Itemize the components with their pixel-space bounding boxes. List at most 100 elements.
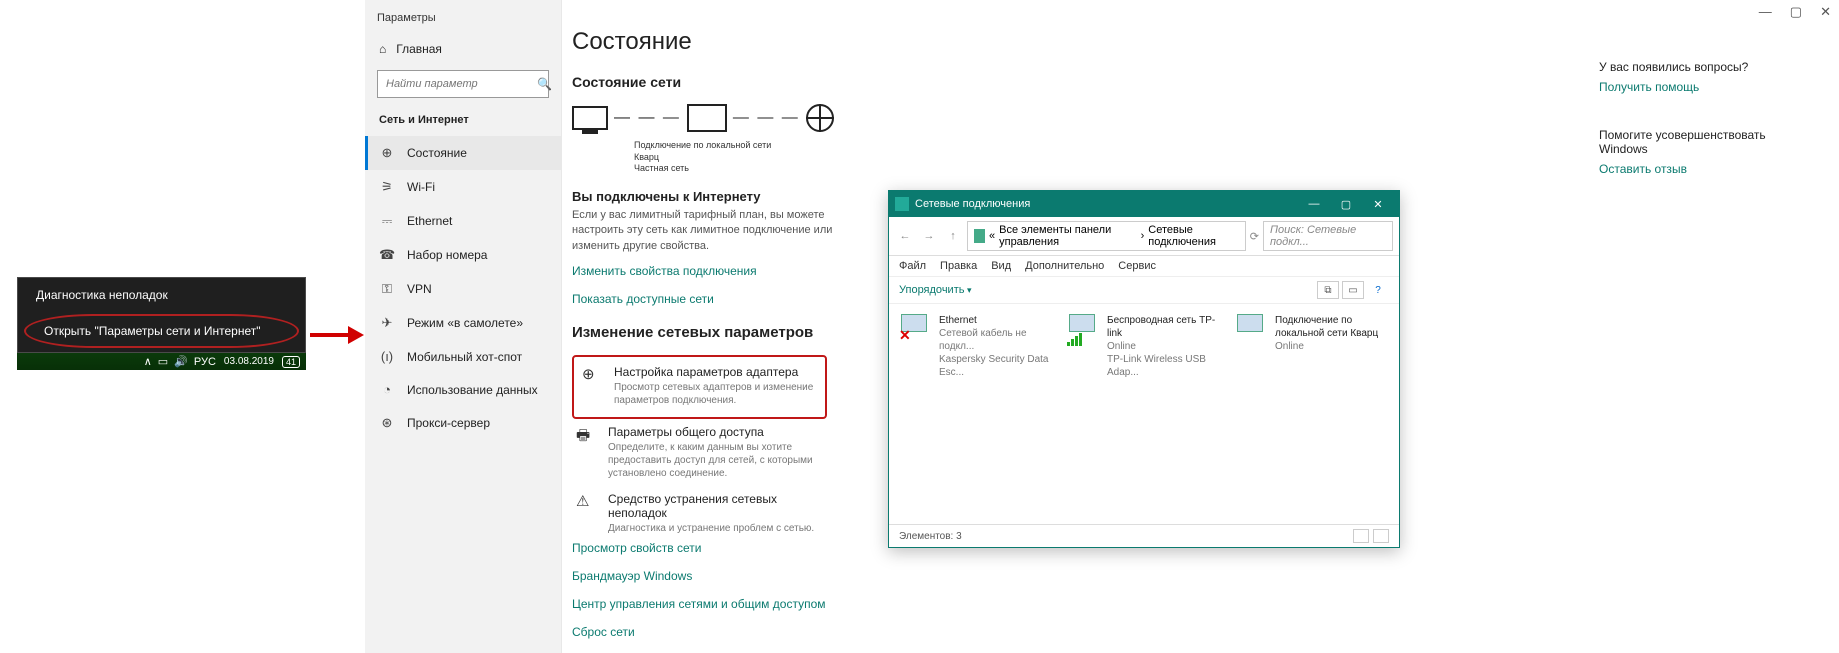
connected-body: Если у вас лимитный тарифный план, вы мо… xyxy=(572,208,842,254)
sharing-icon: 🖶 xyxy=(576,425,596,480)
close-button[interactable]: ✕ xyxy=(1820,4,1831,20)
nav-airplane[interactable]: ✈Режим «в самолете» xyxy=(365,306,561,340)
tray-volume-icon[interactable]: 🔊 xyxy=(174,355,188,368)
taskbar-date: 03.08.2019 xyxy=(224,356,274,367)
conn-ethernet[interactable]: ✕ Ethernet Сетевой кабель не подкл... Ka… xyxy=(901,314,1051,514)
pc-icon xyxy=(572,106,608,130)
nc-forward-button[interactable]: → xyxy=(919,226,939,246)
lan-adapter-icon xyxy=(1237,314,1269,342)
control-panel-icon xyxy=(974,229,985,243)
page-title: Состояние xyxy=(572,28,1839,56)
nc-statusbar: Элементов: 3 xyxy=(889,524,1399,547)
nc-maximize-button[interactable]: ▢ xyxy=(1331,195,1361,213)
wifi-adapter-icon xyxy=(1069,314,1101,342)
conn-lan[interactable]: Подключение по локальной сети Кварц Onli… xyxy=(1237,314,1387,514)
status-icon: ⊕ xyxy=(379,145,395,161)
option-desc: Просмотр сетевых адаптеров и изменение п… xyxy=(614,381,817,407)
help-block: У вас появились вопросы? Получить помощь xyxy=(1599,60,1779,94)
nav-ethernet[interactable]: ⎓Ethernet xyxy=(365,204,561,238)
nc-refresh-button[interactable]: ⟳ xyxy=(1250,230,1259,243)
nav-proxy[interactable]: ⊛Прокси-сервер xyxy=(365,406,561,440)
nav-datausage[interactable]: ◔Использование данных xyxy=(365,373,561,406)
tray-lang[interactable]: РУС xyxy=(194,356,216,368)
nc-title-text: Сетевые подключения xyxy=(915,198,1293,210)
minimize-button[interactable]: — xyxy=(1759,4,1772,20)
maximize-button[interactable]: ▢ xyxy=(1790,4,1802,20)
link-reset[interactable]: Сброс сети xyxy=(572,625,1839,639)
menu-extra[interactable]: Дополнительно xyxy=(1025,260,1104,272)
search-icon[interactable]: 🔍 xyxy=(537,77,552,91)
preview-button[interactable]: ▭ xyxy=(1342,281,1364,299)
nav-dialup[interactable]: ☎Набор номера xyxy=(365,238,561,272)
nc-toolbar: Упорядочить ⧉ ▭ ? xyxy=(889,277,1399,304)
option-adapter-settings[interactable]: ⊕ Настройка параметров адаптера Просмотр… xyxy=(572,355,827,419)
conn-wifi[interactable]: Беспроводная сеть TP-link Online TP-Link… xyxy=(1069,314,1219,514)
menu-file[interactable]: Файл xyxy=(899,260,926,272)
link-get-help[interactable]: Получить помощь xyxy=(1599,80,1779,94)
option-troubleshoot[interactable]: ⚠ Средство устранения сетевых неполадок … xyxy=(572,486,842,541)
link-feedback[interactable]: Оставить отзыв xyxy=(1599,162,1779,176)
wifi-icon: ⚞ xyxy=(379,179,395,195)
airplane-icon: ✈ xyxy=(379,315,395,331)
menu-edit[interactable]: Правка xyxy=(940,260,977,272)
diagram-dots: — — — xyxy=(733,109,800,127)
menu-diagnostics[interactable]: Диагностика неполадок xyxy=(18,278,305,312)
nc-back-button[interactable]: ← xyxy=(895,226,915,246)
nc-menubar: Файл Правка Вид Дополнительно Сервис xyxy=(889,256,1399,277)
taskbar-context-menu: Диагностика неполадок Открыть "Параметры… xyxy=(17,277,306,370)
hotspot-icon: (ı) xyxy=(379,349,395,364)
nav-home[interactable]: ⌂ Главная xyxy=(365,34,561,64)
nc-breadcrumb[interactable]: « Все элементы панели управления› Сетевы… xyxy=(967,221,1246,251)
nav-status[interactable]: ⊕Состояние xyxy=(365,136,561,170)
taskbar: ∧ ▭ 🔊 РУС 03.08.2019 41 xyxy=(17,353,306,370)
tray-chevron-icon[interactable]: ∧ xyxy=(144,355,152,368)
diagram-dots: — — — xyxy=(614,109,681,127)
menu-open-network-settings[interactable]: Открыть "Параметры сети и Интернет" xyxy=(24,314,299,348)
warning-icon: ⚠ xyxy=(576,492,596,535)
home-icon: ⌂ xyxy=(379,42,386,56)
tray-onedrive-icon[interactable]: ▭ xyxy=(158,355,168,368)
nc-item-count: Элементов: 3 xyxy=(899,531,962,542)
organize-button[interactable]: Упорядочить xyxy=(899,284,972,296)
nav-vpn[interactable]: ⚿VPN xyxy=(365,272,561,306)
view-icons-button[interactable] xyxy=(1373,529,1389,543)
ethernet-adapter-icon: ✕ xyxy=(901,314,933,342)
option-sharing[interactable]: 🖶 Параметры общего доступа Определите, к… xyxy=(572,419,842,486)
help-button[interactable]: ? xyxy=(1367,281,1389,299)
link-network-center[interactable]: Центр управления сетями и общим доступом xyxy=(572,597,1839,611)
section-label: Сеть и Интернет xyxy=(365,110,561,136)
search-box[interactable]: 🔍 xyxy=(377,70,549,98)
globe-icon xyxy=(806,104,834,132)
proxy-icon: ⊛ xyxy=(379,415,395,431)
nc-titlebar[interactable]: Сетевые подключения — ▢ ✕ xyxy=(889,191,1399,217)
menu-view[interactable]: Вид xyxy=(991,260,1011,272)
view-details-button[interactable] xyxy=(1353,529,1369,543)
nc-app-icon xyxy=(895,197,909,211)
nc-minimize-button[interactable]: — xyxy=(1299,195,1329,213)
nav-hotspot[interactable]: (ı)Мобильный хот-спот xyxy=(365,340,561,373)
option-title: Настройка параметров адаптера xyxy=(614,365,817,379)
link-firewall[interactable]: Брандмауэр Windows xyxy=(572,569,1839,583)
adapter-icon: ⊕ xyxy=(582,365,602,407)
menu-tools[interactable]: Сервис xyxy=(1118,260,1156,272)
nc-search[interactable]: Поиск: Сетевые подкл... xyxy=(1263,221,1393,251)
nc-body: ✕ Ethernet Сетевой кабель не подкл... Ka… xyxy=(889,304,1399,524)
app-title: Параметры xyxy=(365,8,561,34)
search-input[interactable] xyxy=(378,78,537,90)
nc-up-button[interactable]: ↑ xyxy=(943,226,963,246)
network-connections-window: Сетевые подключения — ▢ ✕ ← → ↑ « Все эл… xyxy=(888,190,1400,548)
nc-close-button[interactable]: ✕ xyxy=(1363,195,1393,213)
tray-network-icon[interactable]: 41 xyxy=(282,356,300,368)
nav-home-label: Главная xyxy=(396,42,442,56)
nc-address-bar: ← → ↑ « Все элементы панели управления› … xyxy=(889,217,1399,256)
window-controls: — ▢ ✕ xyxy=(1759,4,1831,20)
red-arrow xyxy=(310,326,365,344)
vpn-icon: ⚿ xyxy=(379,281,395,297)
data-icon: ◔ xyxy=(379,382,395,397)
dialup-icon: ☎ xyxy=(379,247,395,263)
improve-block: Помогите усовершенствовать Windows Остав… xyxy=(1599,128,1779,176)
router-icon xyxy=(687,104,727,132)
nav-wifi[interactable]: ⚞Wi-Fi xyxy=(365,170,561,204)
view-button[interactable]: ⧉ xyxy=(1317,281,1339,299)
settings-sidebar: Параметры ⌂ Главная 🔍 Сеть и Интернет ⊕С… xyxy=(365,0,562,653)
